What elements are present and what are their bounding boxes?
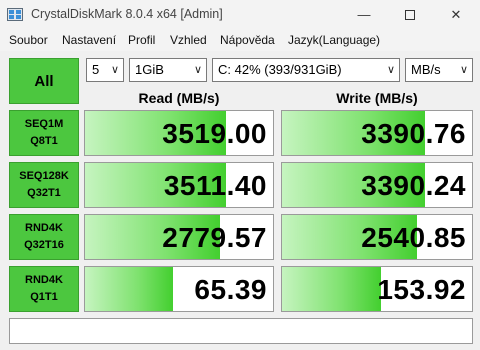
read-column-header: Read (MB/s) [138,90,220,106]
menu-help[interactable]: Nápověda [220,33,275,47]
read-value: 3511.40 [163,170,267,201]
title-bar: CrystalDiskMark 8.0.4 x64 [Admin] — ✕ [0,0,480,30]
test-name: SEQ128K [19,170,69,182]
rnd4k-q1t1-write-result: 153.92 [281,266,473,312]
test-params: Q32T16 [24,239,64,251]
maximize-button[interactable] [387,0,433,30]
test-name: RND4K [25,222,63,234]
test-name: RND4K [25,274,63,286]
seq128k-read-result: 3511.40 [84,162,274,208]
close-button[interactable]: ✕ [433,0,479,30]
chevron-down-icon: ∨ [193,64,202,76]
test-params: Q8T1 [30,135,58,147]
rnd4k-q32t16-read-result: 2779.57 [84,214,274,260]
seq128k-q32t1-button[interactable]: SEQ128K Q32T1 [9,162,79,208]
test-name: SEQ1M [24,118,64,130]
read-bar [85,267,174,311]
run-all-button[interactable]: All [9,58,79,104]
maximize-icon [405,9,415,20]
read-value: 3519.00 [162,118,267,149]
unit-value: MB/s [411,62,441,77]
rnd4k-q32t16-write-result: 2540.85 [281,214,473,260]
rnd4k-q1t1-read-result: 65.39 [84,266,274,312]
write-value: 3390.76 [361,118,466,149]
unit-select[interactable]: MB/s ∨ [405,58,473,82]
test-size-select[interactable]: 1GiB ∨ [129,58,207,82]
write-column-header: Write (MB/s) [336,90,418,106]
chevron-down-icon: ∨ [110,64,119,76]
seq1m-q8t1-button[interactable]: SEQ1M Q8T1 [9,110,79,156]
test-count-value: 5 [92,62,100,77]
read-value: 2779.57 [162,222,267,253]
minimize-button[interactable]: — [341,0,387,30]
crystaldiskmark-app-icon [7,8,23,21]
window-title: CrystalDiskMark 8.0.4 x64 [Admin] [31,7,223,21]
seq1m-read-result: 3519.00 [84,110,274,156]
minimize-icon: — [357,7,371,22]
test-params: Q1T1 [30,291,58,303]
rnd4k-q1t1-button[interactable]: RND4K Q1T1 [9,266,79,312]
test-params: Q32T1 [27,187,61,199]
read-value: 65.39 [194,274,267,305]
chevron-down-icon: ∨ [386,64,395,76]
seq128k-write-result: 3390.24 [281,162,473,208]
drive-value: C: 42% (393/931GiB) [218,62,342,77]
write-value: 153.92 [377,274,466,305]
rnd4k-q32t16-button[interactable]: RND4K Q32T16 [9,214,79,260]
test-count-select[interactable]: 5 ∨ [86,58,124,82]
menu-bar: Soubor Nastavení Profil Vzhled Nápověda … [0,30,480,51]
drive-select[interactable]: C: 42% (393/931GiB) ∨ [212,58,400,82]
write-value: 3390.24 [361,170,466,201]
chevron-down-icon: ∨ [459,64,468,76]
comment-field[interactable] [9,318,473,344]
test-size-value: 1GiB [135,62,164,77]
menu-language[interactable]: Jazyk(Language) [288,33,380,47]
menu-file[interactable]: Soubor [9,33,48,47]
write-bar [282,267,381,311]
seq1m-write-result: 3390.76 [281,110,473,156]
menu-settings[interactable]: Nastavení [62,33,116,47]
write-value: 2540.85 [361,222,466,253]
menu-profile[interactable]: Profil [128,33,155,47]
menu-view[interactable]: Vzhled [170,33,207,47]
close-icon: ✕ [450,7,462,22]
